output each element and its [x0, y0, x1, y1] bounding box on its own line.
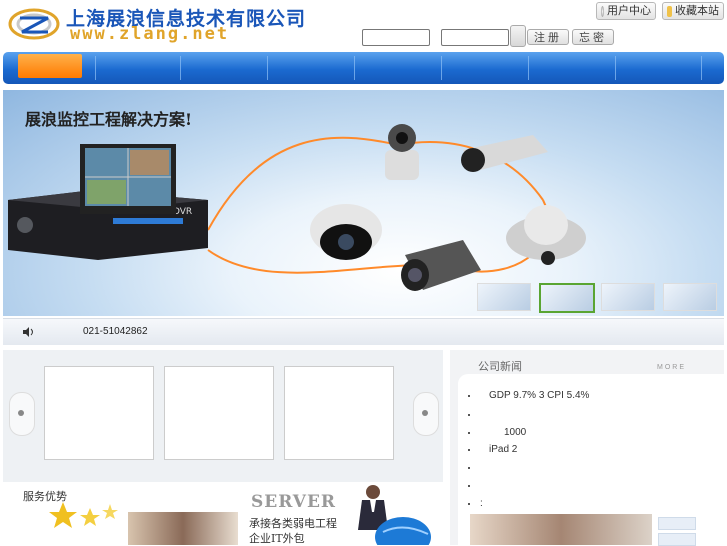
banner-thumb-4[interactable]	[663, 283, 717, 311]
hero-banner[interactable]: 展浪监控工程解决方案! DVR	[3, 90, 724, 316]
services-english-title: SERVER	[251, 492, 337, 512]
news-tag[interactable]	[658, 533, 696, 546]
login-button[interactable]	[510, 25, 526, 47]
news-section: 公司新闻 GDP 9.7% 3 CPI 5.4% 1000 iPad 2 : M…	[450, 350, 724, 546]
carousel-next-button[interactable]	[413, 392, 439, 436]
news-tag[interactable]	[658, 517, 696, 530]
logo-url-text: www.zlang.net	[70, 24, 230, 44]
user-center-button[interactable]: 用户中心	[596, 2, 656, 20]
mini-dome-camera-icon	[506, 205, 586, 265]
bookmark-icon	[667, 5, 672, 17]
product-card[interactable]	[44, 366, 154, 460]
box-camera-icon	[461, 135, 548, 172]
nav-home-tab[interactable]	[18, 54, 82, 78]
banner-thumb-3[interactable]	[601, 283, 655, 311]
banner-thumb-1[interactable]	[477, 283, 531, 311]
dome-camera-icon	[310, 204, 382, 260]
product-carousel	[3, 350, 443, 482]
ptz-camera-icon	[385, 124, 419, 180]
star-icon	[49, 502, 118, 528]
monitor-icon	[80, 144, 176, 214]
username-input[interactable]	[362, 29, 430, 46]
businessman-globe-image	[358, 485, 431, 545]
team-photo	[128, 512, 238, 545]
bullet-camera-icon	[401, 240, 481, 291]
news-more-link[interactable]: MORE	[657, 364, 686, 371]
user-center-label: 用户中心	[607, 5, 651, 17]
contact-phone: 021-51042862	[83, 326, 148, 337]
speaker-icon	[23, 327, 33, 337]
password-input[interactable]	[441, 29, 509, 46]
user-icon	[601, 5, 604, 17]
news-photo	[470, 514, 652, 545]
product-card[interactable]	[164, 366, 274, 460]
product-card[interactable]	[284, 366, 394, 460]
register-button[interactable]: 注册	[527, 29, 569, 45]
company-logo[interactable]: 上海展浪信息技术有限公司 www.zlang.net	[4, 2, 305, 45]
carousel-prev-button[interactable]	[9, 392, 35, 436]
logo-mark-icon	[8, 8, 60, 40]
bookmark-button[interactable]: 收藏本站	[662, 2, 724, 20]
news-panel: GDP 9.7% 3 CPI 5.4% 1000 iPad 2 :	[458, 374, 724, 546]
services-section: 服务优势 SERVER 承接各类弱电工程 企业IT外包	[3, 482, 443, 545]
services-line-2: 企业IT外包	[249, 532, 305, 545]
news-heading: 公司新闻	[478, 361, 522, 373]
next-arrow-icon	[422, 410, 428, 416]
prev-arrow-icon	[18, 410, 24, 416]
main-nav	[3, 52, 724, 84]
services-line-1: 承接各类弱电工程	[249, 517, 337, 530]
bookmark-label: 收藏本站	[675, 5, 719, 17]
banner-thumb-2[interactable]	[539, 283, 595, 313]
forgot-password-button[interactable]: 忘密	[572, 29, 614, 45]
contact-bar: 021-51042862	[3, 318, 724, 345]
